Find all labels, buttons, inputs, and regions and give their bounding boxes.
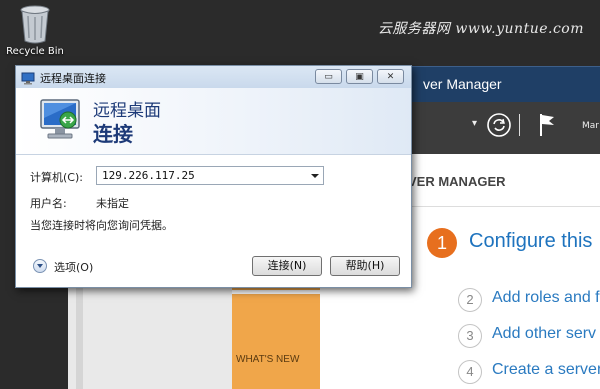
- expand-options-icon[interactable]: [33, 259, 47, 273]
- recycle-bin-label: Recycle Bin: [6, 46, 64, 57]
- step-number: 2: [458, 288, 482, 312]
- tile-gap: [232, 290, 320, 294]
- dialog-banner: 远程桌面 连接: [16, 88, 411, 155]
- desktop: Recycle Bin 云服务器网 www.yuntue.com ver Man…: [0, 0, 600, 389]
- dialog-title: 远程桌面连接: [40, 72, 106, 85]
- computer-combobox[interactable]: 129.226.117.25: [96, 166, 324, 185]
- whats-new-label: WHAT'S NEW: [236, 354, 300, 365]
- step-link[interactable]: Configure this: [469, 230, 592, 253]
- step-link[interactable]: Create a server: [492, 361, 600, 379]
- connect-button[interactable]: 连接(N): [252, 256, 322, 276]
- step-number: 3: [458, 324, 482, 348]
- options-label[interactable]: 选项(O): [54, 259, 93, 275]
- step-number: 1: [427, 228, 457, 258]
- remote-desktop-icon: [36, 96, 86, 146]
- rdp-app-icon: [21, 70, 35, 85]
- recycle-bin[interactable]: Recycle Bin: [4, 4, 66, 57]
- refresh-icon[interactable]: [486, 112, 512, 138]
- notifications-flag-icon[interactable]: [538, 112, 558, 138]
- dropdown-arrow-icon[interactable]: ▾: [472, 118, 477, 129]
- help-button[interactable]: 帮助(H): [330, 256, 400, 276]
- dropdown-arrow-icon[interactable]: [311, 174, 319, 178]
- dialog-titlebar[interactable]: 远程桌面连接 ▭ ▣ ✕: [16, 66, 411, 89]
- section-header: VER MANAGER: [408, 174, 506, 189]
- header-separator: [519, 114, 520, 136]
- username-value: 未指定: [96, 197, 129, 210]
- maximize-button[interactable]: ▣: [346, 69, 373, 84]
- watermark: 云服务器网 www.yuntue.com: [377, 21, 584, 37]
- minimize-button[interactable]: ▭: [315, 69, 342, 84]
- step-link[interactable]: Add roles and f: [492, 289, 600, 307]
- computer-label: 计算机(C):: [30, 171, 83, 184]
- recycle-bin-icon: [18, 4, 52, 44]
- username-label: 用户名:: [30, 197, 67, 210]
- step-number: 4: [458, 360, 482, 384]
- server-manager-title: ver Manager: [423, 76, 502, 92]
- step-link[interactable]: Add other serv: [492, 325, 596, 343]
- close-button[interactable]: ✕: [377, 69, 404, 84]
- manage-menu[interactable]: Mar: [582, 121, 599, 131]
- credentials-note: 当您连接时将向您询问凭据。: [30, 219, 173, 232]
- computer-value[interactable]: 129.226.117.25: [102, 169, 195, 182]
- remote-desktop-dialog: 远程桌面连接 ▭ ▣ ✕ 远程桌面 连接 计算机(C): 129.226.117…: [15, 65, 412, 288]
- banner-title-line2: 连接: [93, 122, 133, 146]
